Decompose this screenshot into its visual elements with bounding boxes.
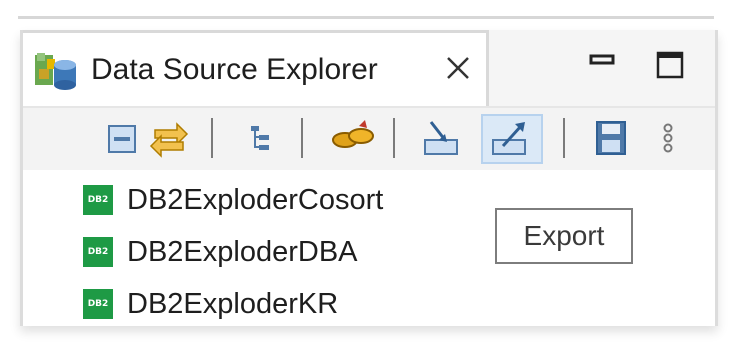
view-toolbar <box>23 108 715 170</box>
minimize-icon[interactable] <box>587 50 617 80</box>
tree-item[interactable]: DB2 DB2ExploderCosort <box>83 180 383 220</box>
db2-database-icon: DB2 <box>83 289 113 319</box>
export-icon[interactable] <box>481 114 543 164</box>
maximize-icon[interactable] <box>655 50 685 80</box>
database-explorer-icon <box>33 49 81 98</box>
tree-item-label: DB2ExploderKR <box>127 287 339 320</box>
tree-item-label: DB2ExploderDBA <box>127 235 358 268</box>
save-icon[interactable] <box>589 116 633 160</box>
view-menu-icon[interactable] <box>653 116 683 160</box>
db2-database-icon: DB2 <box>83 185 113 215</box>
db2-database-icon: DB2 <box>83 237 113 267</box>
connect-icon[interactable] <box>329 116 374 160</box>
tree-item[interactable]: DB2 DB2ExploderDBA <box>83 232 358 272</box>
toolbar-separator <box>301 118 303 158</box>
import-icon[interactable] <box>417 116 461 160</box>
tree-item[interactable]: DB2 DB2ExploderKR <box>83 284 338 324</box>
toolbar-separator <box>393 118 395 158</box>
view-tab-bar: Data Source Explorer <box>23 30 715 108</box>
collapse-all-icon[interactable] <box>101 116 145 160</box>
view-title: Data Source Explorer <box>91 53 378 86</box>
toolbar-separator <box>211 118 213 158</box>
link-with-editor-icon[interactable] <box>147 116 191 160</box>
tree-view-icon[interactable] <box>239 116 283 160</box>
top-divider <box>18 16 714 19</box>
tree-item-label: DB2ExploderCosort <box>127 183 384 216</box>
export-tooltip: Export <box>495 208 633 264</box>
tab-data-source-explorer[interactable]: Data Source Explorer <box>23 30 489 106</box>
data-source-explorer-panel: Data Source Explorer DB2 DB2ExploderCoso… <box>20 30 718 326</box>
toolbar-separator <box>563 118 565 158</box>
close-icon[interactable] <box>441 51 475 85</box>
